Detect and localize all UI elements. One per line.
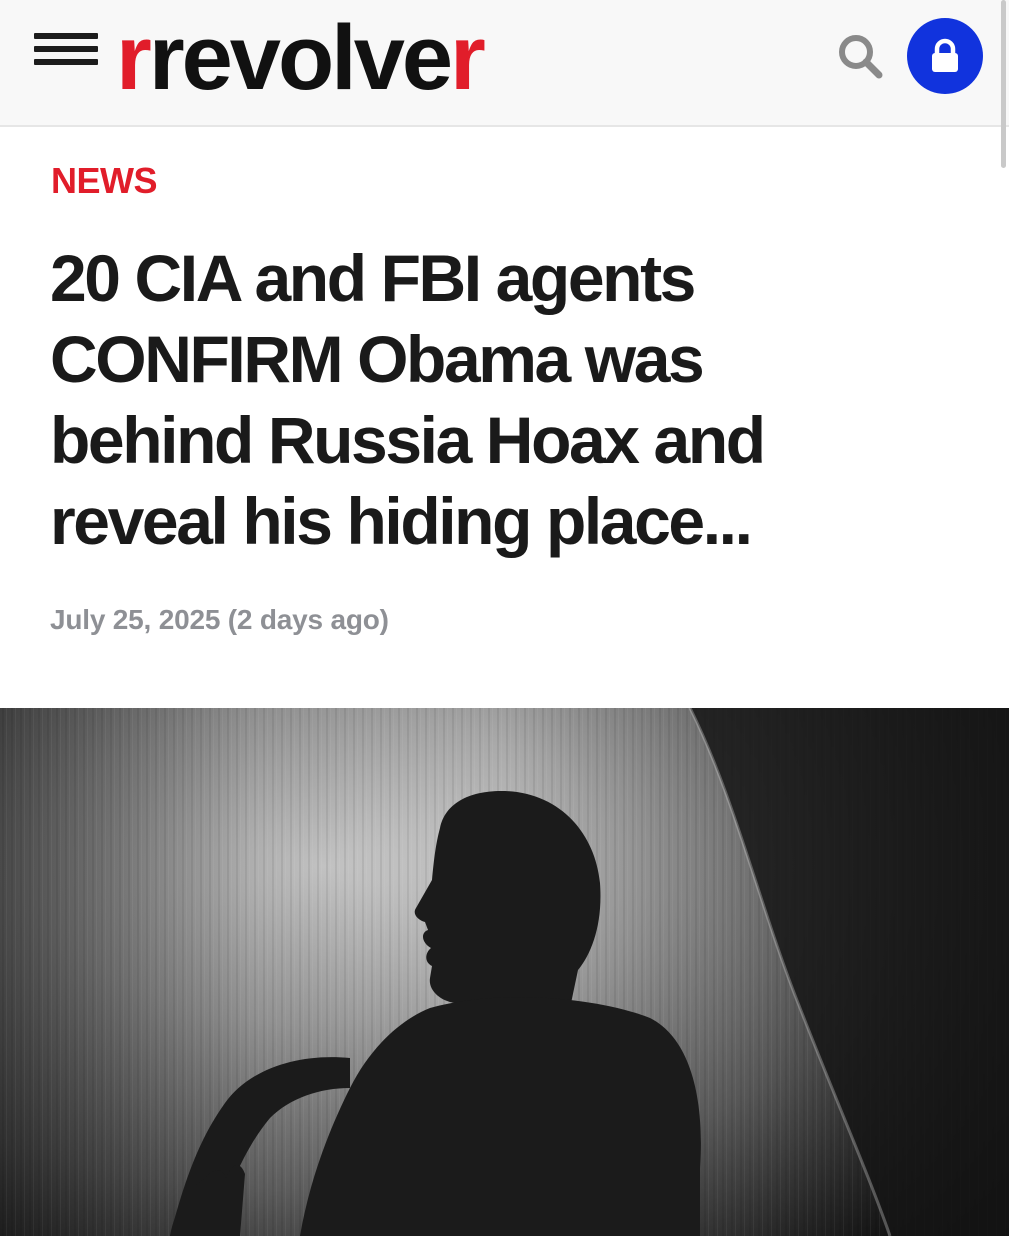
article-headline: 20 CIA and FBI agents CONFIRM Obama was … — [50, 241, 766, 558]
menu-icon[interactable] — [34, 33, 98, 79]
lock-icon — [932, 38, 958, 72]
hero-image — [0, 708, 1009, 1236]
logo-letter-r-start: r — [116, 7, 152, 109]
publish-date: July 25, 2025 (2 days ago) — [50, 604, 389, 635]
search-icon[interactable] — [836, 32, 884, 80]
logo-wordmark: revolve — [148, 7, 453, 109]
scrollbar[interactable] — [1001, 0, 1006, 168]
site-logo[interactable]: rrevolver — [116, 7, 486, 109]
category-label[interactable]: NEWS — [51, 160, 158, 202]
silhouette-image — [0, 708, 1009, 1236]
logo-letter-r-end: r — [450, 7, 486, 109]
site-header: rrevolver — [0, 0, 1009, 127]
lock-button[interactable] — [907, 18, 983, 94]
